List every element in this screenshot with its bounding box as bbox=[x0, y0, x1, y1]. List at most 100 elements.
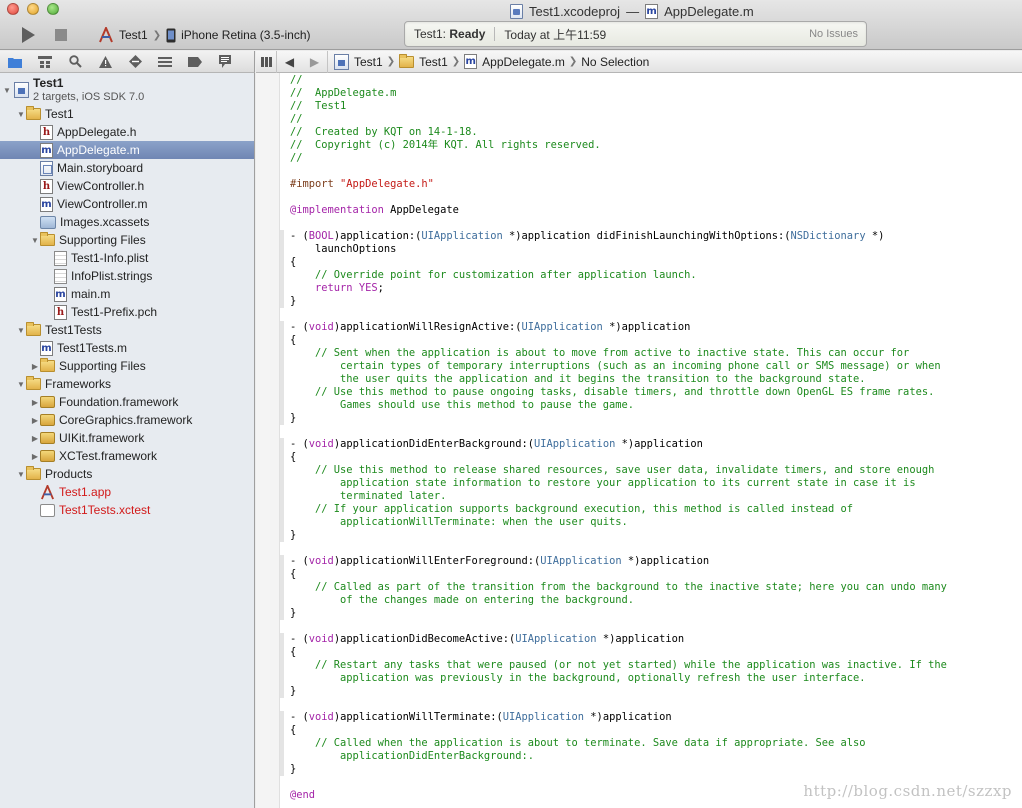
code-line[interactable]: // Test1 bbox=[290, 100, 1016, 113]
code-line[interactable]: - (void)applicationWillResignActive:(UIA… bbox=[290, 321, 1016, 334]
navigator-row[interactable]: ▼ Supporting Files bbox=[0, 231, 254, 249]
navigator-row[interactable]: m main.m bbox=[0, 285, 254, 303]
code-line[interactable]: // bbox=[290, 74, 1016, 87]
code-line[interactable]: // Override point for customization afte… bbox=[290, 269, 1016, 282]
navigator-row[interactable]: ▶ CoreGraphics.framework bbox=[0, 411, 254, 429]
navigator-row[interactable]: m Test1Tests.m bbox=[0, 339, 254, 357]
code-line[interactable]: @implementation AppDelegate bbox=[290, 204, 1016, 217]
symbol-navigator-tab[interactable] bbox=[30, 51, 60, 73]
test-navigator-tab[interactable] bbox=[120, 51, 150, 73]
jumpbar-project[interactable]: Test1 bbox=[328, 51, 387, 73]
code-line[interactable]: // Sent when the application is about to… bbox=[290, 347, 1016, 360]
navigator-row[interactable]: ▶ Foundation.framework bbox=[0, 393, 254, 411]
navigator-row[interactable]: ▶ UIKit.framework bbox=[0, 429, 254, 447]
code-line[interactable]: } bbox=[290, 685, 1016, 698]
navigator-row[interactable]: m ViewController.m bbox=[0, 195, 254, 213]
code-line[interactable]: } bbox=[290, 607, 1016, 620]
code-line[interactable]: launchOptions bbox=[290, 243, 1016, 256]
navigator-row[interactable]: ▼ Test1Tests bbox=[0, 321, 254, 339]
code-line[interactable]: - (void)applicationWillTerminate:(UIAppl… bbox=[290, 711, 1016, 724]
code-line[interactable]: certain types of temporary interruptions… bbox=[290, 360, 1016, 373]
code-line[interactable]: // bbox=[290, 113, 1016, 126]
debug-navigator-tab[interactable] bbox=[150, 51, 180, 73]
code-fold-ribbon[interactable] bbox=[280, 633, 284, 698]
code-text[interactable]: //// AppDelegate.m// Test1//// Created b… bbox=[290, 74, 1016, 802]
code-line[interactable]: applicationWillTerminate: when the user … bbox=[290, 516, 1016, 529]
code-line[interactable]: Games should use this method to pause th… bbox=[290, 399, 1016, 412]
find-navigator-tab[interactable] bbox=[60, 51, 90, 73]
scrollbar-thumb[interactable] bbox=[1014, 77, 1020, 197]
navigator-row[interactable]: ▼ Test1 bbox=[0, 105, 254, 123]
code-line[interactable]: application state information to restore… bbox=[290, 477, 1016, 490]
source-editor[interactable]: //// AppDelegate.m// Test1//// Created b… bbox=[256, 73, 1022, 808]
code-line[interactable]: { bbox=[290, 451, 1016, 464]
code-line[interactable] bbox=[290, 620, 1016, 633]
navigator-row[interactable]: ▶ XCTest.framework bbox=[0, 447, 254, 465]
code-line[interactable]: #import "AppDelegate.h" bbox=[290, 178, 1016, 191]
code-line[interactable]: // If your application supports backgrou… bbox=[290, 503, 1016, 516]
editor-gutter[interactable] bbox=[256, 73, 280, 808]
project-navigator-tab[interactable] bbox=[0, 51, 30, 73]
code-line[interactable]: // Use this method to release shared res… bbox=[290, 464, 1016, 477]
code-line[interactable] bbox=[290, 165, 1016, 178]
related-items-button[interactable] bbox=[256, 51, 276, 73]
code-line[interactable]: of the changes made on entering the back… bbox=[290, 594, 1016, 607]
code-line[interactable]: applicationDidEnterBackground:. bbox=[290, 750, 1016, 763]
code-line[interactable] bbox=[290, 217, 1016, 230]
disclosure-closed-icon[interactable]: ▶ bbox=[30, 362, 40, 371]
minimize-window-button[interactable] bbox=[27, 3, 39, 15]
code-line[interactable]: // AppDelegate.m bbox=[290, 87, 1016, 100]
code-line[interactable]: { bbox=[290, 568, 1016, 581]
navigator-row[interactable]: ▼ Frameworks bbox=[0, 375, 254, 393]
jumpbar-file[interactable]: m AppDelegate.m bbox=[460, 51, 569, 73]
code-line[interactable]: // bbox=[290, 152, 1016, 165]
navigator-row[interactable]: Test1-Info.plist bbox=[0, 249, 254, 267]
code-line[interactable]: { bbox=[290, 646, 1016, 659]
navigator-row[interactable]: h Test1-Prefix.pch bbox=[0, 303, 254, 321]
disclosure-closed-icon[interactable]: ▶ bbox=[30, 452, 40, 461]
code-line[interactable]: // Copyright (c) 2014年 KQT. All rights r… bbox=[290, 139, 1016, 152]
code-line[interactable] bbox=[290, 191, 1016, 204]
code-line[interactable] bbox=[290, 542, 1016, 555]
disclosure-closed-icon[interactable]: ▶ bbox=[30, 398, 40, 407]
zoom-window-button[interactable] bbox=[47, 3, 59, 15]
breakpoint-navigator-tab[interactable] bbox=[180, 51, 210, 73]
code-fold-ribbon[interactable] bbox=[280, 438, 284, 542]
navigator-row[interactable]: ▶ Supporting Files bbox=[0, 357, 254, 375]
code-line[interactable]: terminated later. bbox=[290, 490, 1016, 503]
jumpbar-symbol[interactable]: No Selection bbox=[577, 51, 653, 73]
code-line[interactable]: } bbox=[290, 295, 1016, 308]
navigator-row[interactable]: Main.storyboard bbox=[0, 159, 254, 177]
code-fold-ribbon[interactable] bbox=[280, 321, 284, 425]
disclosure-open-icon[interactable]: ▼ bbox=[30, 236, 40, 245]
log-navigator-tab[interactable] bbox=[210, 51, 240, 73]
code-fold-ribbon[interactable] bbox=[280, 230, 284, 308]
editor-scrollbar[interactable] bbox=[1012, 73, 1022, 808]
code-line[interactable]: - (BOOL)application:(UIApplication *)app… bbox=[290, 230, 1016, 243]
navigator-row[interactable]: Images.xcassets bbox=[0, 213, 254, 231]
code-line[interactable]: } bbox=[290, 763, 1016, 776]
run-button[interactable] bbox=[14, 24, 42, 46]
code-line[interactable]: { bbox=[290, 256, 1016, 269]
stop-button[interactable] bbox=[49, 24, 73, 46]
code-line[interactable]: - (void)applicationDidBecomeActive:(UIAp… bbox=[290, 633, 1016, 646]
navigator-row[interactable]: h AppDelegate.h bbox=[0, 123, 254, 141]
code-line[interactable]: // Created by KQT on 14-1-18. bbox=[290, 126, 1016, 139]
code-line[interactable]: { bbox=[290, 724, 1016, 737]
navigator-row[interactable]: m AppDelegate.m bbox=[0, 141, 254, 159]
code-line[interactable] bbox=[290, 308, 1016, 321]
disclosure-open-icon[interactable]: ▼ bbox=[16, 326, 26, 335]
code-fold-ribbon[interactable] bbox=[280, 711, 284, 776]
project-root-row[interactable]: ▼ Test1 2 targets, iOS SDK 7.0 bbox=[0, 75, 254, 105]
code-line[interactable]: // Called when the application is about … bbox=[290, 737, 1016, 750]
navigator-row[interactable]: InfoPlist.strings bbox=[0, 267, 254, 285]
issue-navigator-tab[interactable] bbox=[90, 51, 120, 73]
close-window-button[interactable] bbox=[7, 3, 19, 15]
navigator-row[interactable]: ▼ Products bbox=[0, 465, 254, 483]
code-line[interactable]: // Called as part of the transition from… bbox=[290, 581, 1016, 594]
disclosure-closed-icon[interactable]: ▶ bbox=[30, 416, 40, 425]
issues-indicator[interactable]: No Issues bbox=[809, 28, 866, 40]
code-fold-ribbon[interactable] bbox=[280, 555, 284, 620]
code-line[interactable] bbox=[290, 698, 1016, 711]
forward-button[interactable]: ▶ bbox=[302, 51, 327, 73]
